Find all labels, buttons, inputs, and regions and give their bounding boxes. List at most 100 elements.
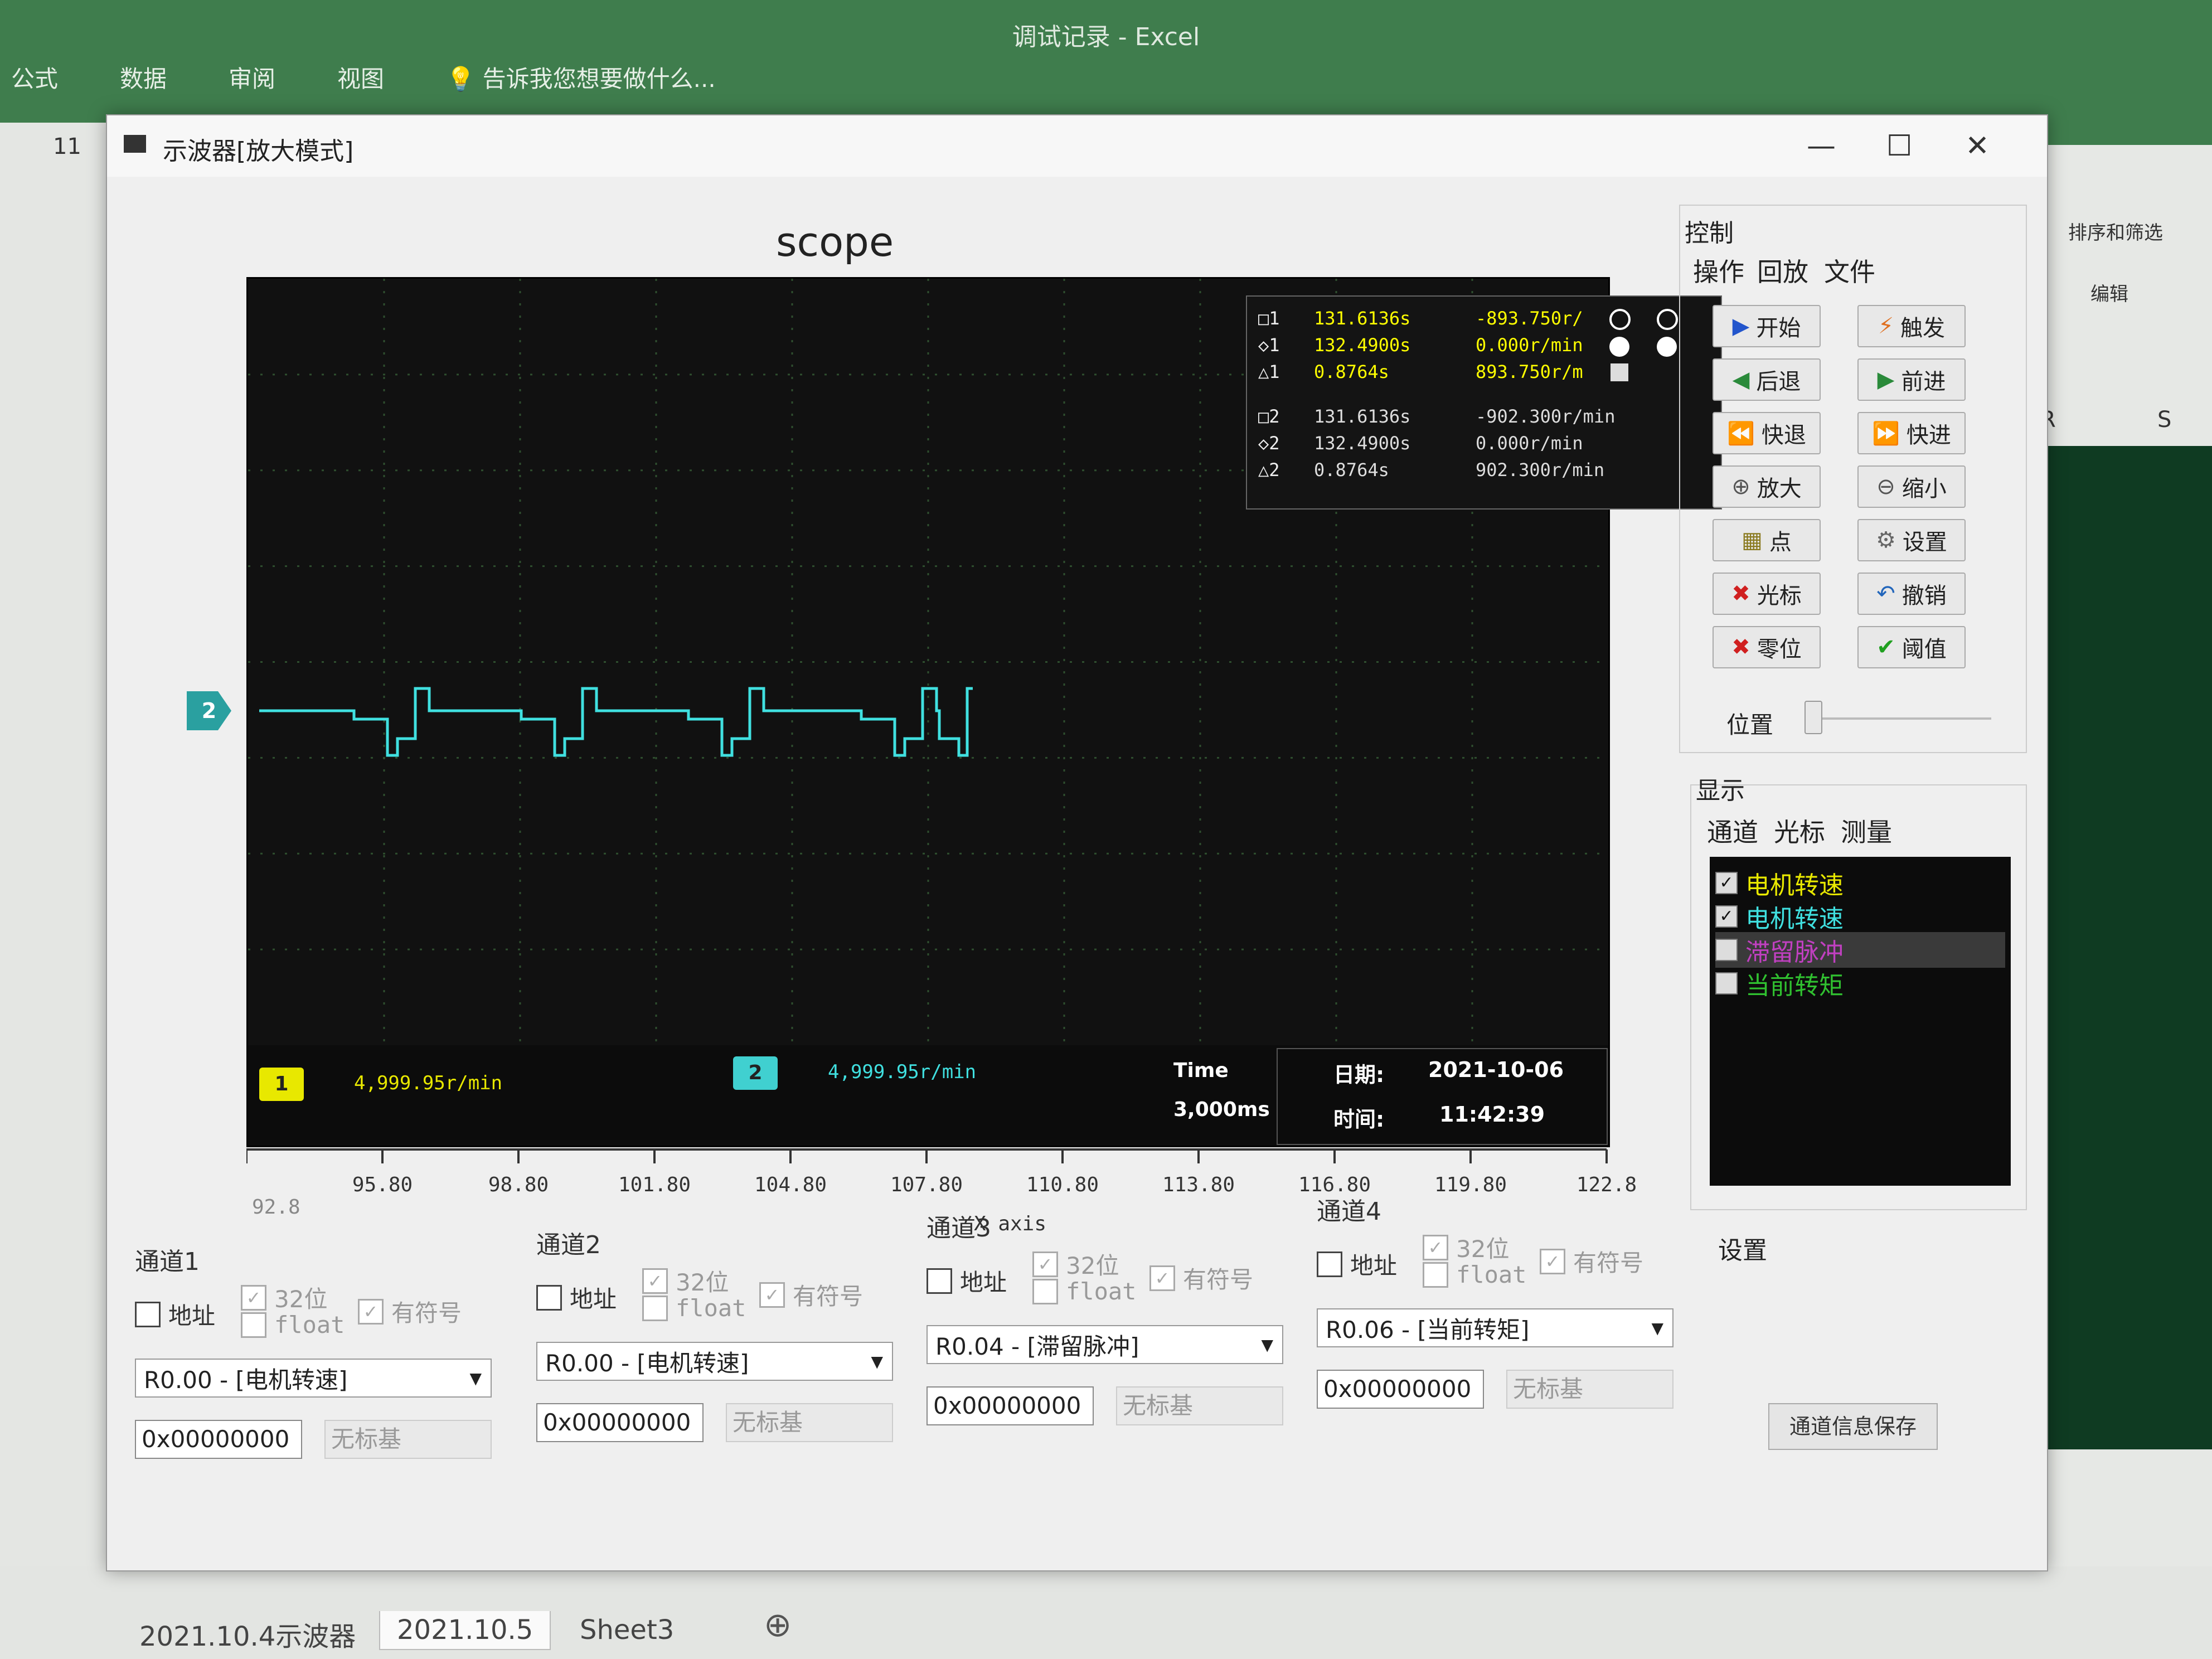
cursor-radio-icon[interactable] xyxy=(1657,309,1678,330)
checkbox-checked-icon[interactable]: ✓ xyxy=(1715,872,1738,894)
hex-address-input[interactable]: 0x00000000 xyxy=(135,1420,302,1459)
register-select[interactable]: R0.00 - [电机转速] ▼ xyxy=(536,1342,893,1381)
dropdown-arrow-icon: ▼ xyxy=(469,1369,482,1388)
display-channel-item[interactable]: 滞留脉冲 xyxy=(1715,932,2005,968)
window-titlebar[interactable]: 示波器[放大模式] — ☐ ✕ xyxy=(107,115,2047,177)
sheet-tab-2[interactable]: 2021.10.5 xyxy=(379,1611,551,1650)
signed-checkbox[interactable]: ✓ 有符号 xyxy=(1540,1244,1643,1278)
float-checkbox[interactable]: float xyxy=(642,1294,746,1322)
control-button-trigger[interactable]: ⚡ 触发 xyxy=(1857,305,1966,347)
control-button-point[interactable]: ▦ 点 xyxy=(1713,519,1821,561)
control-button-label: 快进 xyxy=(1906,423,1951,448)
ribbon-tab-formulas[interactable]: 公式 xyxy=(11,60,58,94)
control-button-zoom-out[interactable]: ⊖ 缩小 xyxy=(1857,465,1966,508)
sort-filter-button[interactable]: 排序和筛选 xyxy=(2068,217,2163,245)
column-header-s[interactable]: S xyxy=(2157,407,2171,433)
tab-operate[interactable]: 操作 xyxy=(1693,252,1744,289)
control-button-undo[interactable]: ↶ 撤销 xyxy=(1857,573,1966,615)
add-sheet-icon[interactable]: ⊕ xyxy=(764,1605,792,1645)
scope-plot-area[interactable]: 2 □1 131.6136s -893.750r/ ◇1 132.4900s 0.000… xyxy=(187,277,1722,1147)
address-checkbox[interactable]: 地址 xyxy=(1317,1247,1397,1281)
checkbox-unchecked-icon xyxy=(1423,1262,1448,1288)
cursor-radio-icon[interactable] xyxy=(1657,337,1677,357)
sheet-tab-3[interactable]: Sheet3 xyxy=(563,1611,691,1649)
unit-select[interactable]: 无标基 xyxy=(1116,1386,1283,1425)
control-button-back[interactable]: ◀ 后退 xyxy=(1713,358,1821,401)
display-channel-item[interactable]: 当前转矩 xyxy=(1715,966,1844,1001)
signed-checkbox[interactable]: ✓ 有符号 xyxy=(358,1294,462,1328)
checkbox-checked-icon[interactable]: ✓ xyxy=(1715,905,1738,928)
bit32-checkbox[interactable]: ✓ 32位 xyxy=(241,1280,327,1314)
ribbon-tab-review[interactable]: 审阅 xyxy=(229,60,275,94)
float-checkbox[interactable]: float xyxy=(1032,1278,1136,1305)
control-button-play[interactable]: ▶ 开始 xyxy=(1713,305,1821,347)
address-checkbox[interactable]: 地址 xyxy=(135,1297,215,1331)
checkbox-unchecked-icon[interactable] xyxy=(536,1284,562,1311)
channel-1-badge[interactable]: 1 xyxy=(259,1068,304,1101)
bit32-checkbox[interactable]: ✓ 32位 xyxy=(1032,1247,1119,1281)
control-button-cursor[interactable]: ✖ 光标 xyxy=(1713,573,1821,615)
save-channel-info-button[interactable]: 通道信息保存 xyxy=(1768,1403,1938,1450)
cursor-square-icon[interactable] xyxy=(1611,363,1628,381)
cursor-row: △1 0.8764s 893.750r/m xyxy=(1258,361,1583,382)
dropdown-arrow-icon: ▼ xyxy=(1651,1318,1663,1337)
sheet-tab-1[interactable]: 2021.10.4示波器 xyxy=(123,1611,372,1657)
checkbox-unchecked-icon[interactable] xyxy=(926,1268,952,1294)
bit32-checkbox[interactable]: ✓ 32位 xyxy=(1423,1230,1509,1264)
ribbon-tab-data[interactable]: 数据 xyxy=(120,60,167,94)
control-button-settings[interactable]: ⚙ 设置 xyxy=(1857,519,1966,561)
address-checkbox[interactable]: 地址 xyxy=(926,1264,1007,1298)
float-checkbox[interactable]: float xyxy=(1423,1261,1526,1288)
hex-address-input[interactable]: 0x00000000 xyxy=(926,1386,1094,1425)
unit-select[interactable]: 无标基 xyxy=(324,1420,492,1459)
checkbox-unchecked-icon[interactable] xyxy=(1715,972,1738,995)
control-button-threshold[interactable]: ✔ 阈值 xyxy=(1857,626,1966,668)
hex-address-input[interactable]: 0x00000000 xyxy=(536,1403,704,1442)
control-button-forward[interactable]: ▶ 前进 xyxy=(1857,358,1966,401)
display-channel-list: ✓ 电机转速 ✓ 电机转速 滞留脉冲 当前转矩 xyxy=(1710,857,2011,1186)
channel-2-marker[interactable]: 2 xyxy=(187,691,231,730)
font-size-box[interactable]: 11 xyxy=(53,134,81,159)
channel-2-badge[interactable]: 2 xyxy=(733,1056,778,1090)
display-channel-item[interactable]: ✓ 电机转速 xyxy=(1715,865,1844,901)
control-button-zoom-in[interactable]: ⊕ 放大 xyxy=(1713,465,1821,508)
bit32-checkbox[interactable]: ✓ 32位 xyxy=(642,1264,729,1298)
control-button-rewind[interactable]: ⏪ 快退 xyxy=(1713,412,1821,454)
maximize-button[interactable]: ☐ xyxy=(1869,127,1930,166)
register-select[interactable]: R0.00 - [电机转速] ▼ xyxy=(135,1359,492,1398)
cursor-radio-icon[interactable] xyxy=(1609,337,1629,357)
control-button-zero[interactable]: ✖ 零位 xyxy=(1713,626,1821,668)
checkbox-unchecked-icon[interactable] xyxy=(135,1301,161,1327)
hex-address-input[interactable]: 0x00000000 xyxy=(1317,1370,1484,1409)
register-select[interactable]: R0.06 - [当前转矩] ▼ xyxy=(1317,1308,1673,1347)
tab-playback[interactable]: 回放 xyxy=(1757,252,1808,289)
ribbon-tab-view[interactable]: 视图 xyxy=(337,60,384,94)
unit-select[interactable]: 无标基 xyxy=(1506,1370,1673,1409)
signed-checkbox[interactable]: ✓ 有符号 xyxy=(759,1278,863,1312)
address-checkbox[interactable]: 地址 xyxy=(536,1280,617,1314)
control-button-fast-forward[interactable]: ⏩ 快进 xyxy=(1857,412,1966,454)
cursor-row: △2 0.8764s 902.300r/min xyxy=(1258,459,1604,481)
display-channel-item[interactable]: ✓ 电机转速 xyxy=(1715,899,1844,934)
play-icon: ▶ xyxy=(1732,313,1750,339)
tab-measure[interactable]: 测量 xyxy=(1841,812,1892,849)
cursor-symbol: □1 xyxy=(1258,308,1280,329)
undo-icon: ↶ xyxy=(1876,581,1895,607)
position-slider[interactable] xyxy=(1804,701,1822,734)
tab-cursor[interactable]: 光标 xyxy=(1774,812,1825,849)
cursor-readout-box: □1 131.6136s -893.750r/ ◇1 132.4900s 0.000r/… xyxy=(1246,295,1722,510)
tab-channel[interactable]: 通道 xyxy=(1707,812,1758,849)
signed-checkbox[interactable]: ✓ 有符号 xyxy=(1149,1261,1253,1295)
minimize-button[interactable]: — xyxy=(1791,127,1852,166)
register-select[interactable]: R0.04 - [滞留脉冲] ▼ xyxy=(926,1325,1283,1364)
float-checkbox[interactable]: float xyxy=(241,1311,345,1338)
close-button[interactable]: ✕ xyxy=(1947,127,2008,166)
checkbox-unchecked-icon[interactable] xyxy=(1317,1251,1342,1277)
tab-file[interactable]: 文件 xyxy=(1824,252,1875,289)
cursor-radio-icon[interactable] xyxy=(1609,309,1631,330)
unit-select[interactable]: 无标基 xyxy=(726,1403,893,1442)
cursor-time: 132.4900s xyxy=(1314,334,1411,356)
checkbox-unchecked-icon[interactable] xyxy=(1715,939,1738,961)
register-value: R0.06 - [当前转矩] xyxy=(1326,1316,1530,1343)
tell-me-box[interactable]: 💡 告诉我您想要做什么... xyxy=(446,60,716,94)
